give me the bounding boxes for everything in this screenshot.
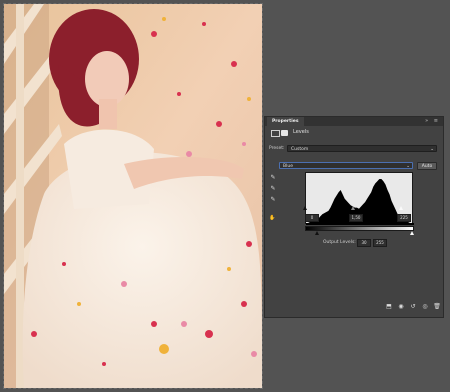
output-levels-label: Output Levels: (323, 240, 356, 245)
reset-icon[interactable]: ↺ (409, 303, 417, 311)
workspace-area (264, 0, 450, 116)
channel-value: Blue (283, 164, 293, 169)
preset-select[interactable]: Custom ⌄ (287, 145, 437, 152)
panel-bottom-toolbar: ⬒ ◉ ↺ ◎ 🗑 (385, 303, 441, 311)
clip-to-layer-icon[interactable]: ⬒ (385, 303, 393, 311)
channel-select[interactable]: Blue ⌄ (279, 162, 413, 169)
chevron-down-icon: ⌄ (406, 164, 410, 169)
tab-properties[interactable]: Properties (267, 117, 304, 126)
input-black-slider[interactable] (303, 206, 307, 210)
eyedropper-white-icon[interactable]: ✎ (269, 196, 277, 204)
layer-mask-icon[interactable] (281, 130, 288, 136)
adjustment-title: Levels (293, 129, 309, 135)
visibility-eye-icon[interactable]: ◎ (421, 303, 429, 311)
input-black-field[interactable]: 0 (305, 214, 319, 222)
output-black-slider[interactable] (315, 231, 319, 235)
auto-button[interactable]: Auto (417, 162, 437, 170)
preset-value: Custom (291, 147, 309, 152)
chevron-down-icon: ⌄ (430, 147, 434, 152)
output-black-field[interactable]: 30 (357, 239, 371, 247)
photo-bride-image (4, 4, 262, 388)
view-previous-state-icon[interactable]: ◉ (397, 303, 405, 311)
workspace-area-bottom (264, 318, 450, 392)
document-canvas[interactable] (3, 3, 263, 389)
levels-adjustment-icon (271, 130, 280, 137)
input-gamma-slider[interactable] (351, 206, 355, 210)
input-gamma-field[interactable]: 1,50 (349, 214, 363, 222)
output-gradient-bar (305, 226, 414, 231)
output-white-field[interactable]: 255 (373, 239, 387, 247)
eyedropper-black-icon[interactable]: ✎ (269, 174, 277, 182)
trash-icon[interactable]: 🗑 (433, 303, 441, 311)
panel-tab-bar: Properties » ≡ (265, 117, 443, 126)
panel-menu-icon[interactable]: » ≡ (425, 117, 440, 126)
input-white-field[interactable]: 225 (397, 214, 411, 222)
output-white-slider[interactable] (410, 231, 414, 235)
eyedropper-gray-icon[interactable]: ✎ (269, 185, 277, 193)
target-adjust-icon[interactable]: ✋ (269, 215, 275, 221)
properties-panel: Properties » ≡ Levels Preset: Custom ⌄ B… (264, 116, 444, 318)
input-white-slider[interactable] (399, 206, 403, 210)
preset-label: Preset: (269, 146, 285, 151)
